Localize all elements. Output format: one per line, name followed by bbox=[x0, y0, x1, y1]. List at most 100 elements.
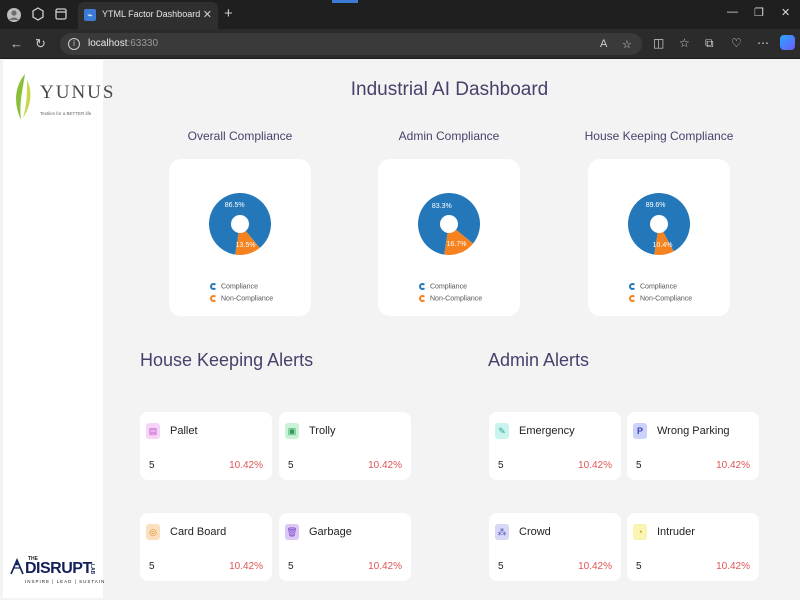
collections-icon[interactable]: ⧉ bbox=[705, 36, 714, 51]
pallet-icon: ▤ bbox=[146, 423, 160, 439]
chart-card-overall: 86.5% 13.5% Compliance Non-Compliance bbox=[169, 159, 311, 316]
minimize-icon[interactable]: — bbox=[727, 6, 738, 18]
pie-chart-overall: 86.5% 13.5% bbox=[209, 193, 271, 255]
alert-card-card-board[interactable]: ◎ Card Board 5 10.42% bbox=[140, 513, 272, 581]
refresh-icon[interactable]: ↻ bbox=[35, 36, 46, 52]
alert-card-trolly[interactable]: ▣ Trolly 5 10.42% bbox=[279, 412, 411, 480]
pie-label-compliance: 83.3% bbox=[432, 203, 452, 210]
url-port: :63330 bbox=[127, 38, 159, 49]
pie-chart-housekeeping: 89.6% 10.4% bbox=[628, 192, 690, 255]
chart-card-admin: 83.3% 16.7% Compliance Non-Compliance bbox=[378, 159, 520, 316]
chart-card-housekeeping: 89.6% 10.4% Compliance Non-Compliance bbox=[588, 159, 730, 316]
alert-card-intruder[interactable]: ◔ Intruder 5 10.42% bbox=[627, 513, 759, 581]
tab-title: YTML Factor Dashboard bbox=[102, 9, 201, 19]
close-window-icon[interactable]: ✕ bbox=[781, 6, 790, 19]
pie-label-compliance: 89.6% bbox=[646, 202, 666, 209]
browser-tab[interactable]: ⌁ YTML Factor Dashboard ✕ bbox=[78, 2, 218, 29]
new-tab-icon[interactable]: + bbox=[224, 5, 233, 22]
legend-non-compliance-label: Non-Compliance bbox=[221, 295, 274, 303]
legend-compliance: Compliance bbox=[629, 283, 677, 290]
legend-non-compliance-label: Non-Compliance bbox=[640, 295, 693, 303]
alert-card-pallet[interactable]: ▤ Pallet 5 10.42% bbox=[140, 412, 272, 480]
legend-non-compliance-icon bbox=[629, 295, 636, 302]
housekeeping-alerts-title: House Keeping Alerts bbox=[140, 350, 314, 370]
split-screen-icon[interactable]: ◫ bbox=[653, 36, 664, 50]
yunus-leaf-logo-icon bbox=[16, 74, 31, 120]
alert-count: 5 bbox=[498, 460, 504, 471]
legend-compliance-label: Compliance bbox=[430, 283, 467, 291]
more-menu-icon[interactable]: ⋯ bbox=[757, 36, 769, 50]
legend-compliance-label: Compliance bbox=[640, 283, 677, 291]
disrupt-mark-icon bbox=[10, 558, 24, 575]
address-bar[interactable]: i localhost:63330 A ☆ bbox=[60, 33, 642, 55]
garbage-icon: 🗑 bbox=[285, 524, 299, 540]
alert-label: Card Board bbox=[170, 526, 227, 538]
admin-alerts-title: Admin Alerts bbox=[488, 350, 590, 370]
legend-non-compliance-icon bbox=[210, 295, 217, 302]
legend-compliance-icon bbox=[210, 283, 217, 290]
alert-label: Wrong Parking bbox=[657, 425, 730, 437]
workspaces-icon[interactable] bbox=[30, 7, 46, 23]
crowd-icon: ⁂ bbox=[495, 524, 509, 540]
chart-title-housekeeping: House Keeping Compliance bbox=[584, 129, 734, 143]
browser-titlebar: ⌁ YTML Factor Dashboard ✕ + — ❐ ✕ bbox=[0, 0, 800, 29]
alert-percent: 10.42% bbox=[229, 561, 263, 572]
tab-close-icon[interactable]: ✕ bbox=[203, 8, 212, 21]
alert-label: Crowd bbox=[519, 526, 551, 538]
pie-hole bbox=[650, 215, 668, 233]
legend-compliance-icon bbox=[419, 283, 426, 290]
alert-count: 5 bbox=[636, 460, 642, 471]
alert-percent: 10.42% bbox=[368, 561, 402, 572]
alert-percent: 10.42% bbox=[716, 561, 750, 572]
alert-label: Pallet bbox=[170, 425, 198, 437]
alert-card-crowd[interactable]: ⁂ Crowd 5 10.42% bbox=[489, 513, 621, 581]
alert-percent: 10.42% bbox=[368, 460, 402, 471]
disrupt-lab-logo: THE DISRUPT LAB INSPIRE | LEAD | SUSTAIN bbox=[9, 556, 104, 592]
pie-label-non-compliance: 13.5% bbox=[236, 242, 256, 249]
page-title: Industrial AI Dashboard bbox=[350, 79, 549, 100]
alert-label: Trolly bbox=[309, 425, 336, 437]
legend-non-compliance: Non-Compliance bbox=[210, 295, 273, 302]
alert-label: Intruder bbox=[657, 526, 695, 538]
alert-card-wrong-parking[interactable]: P Wrong Parking 5 10.42% bbox=[627, 412, 759, 480]
favorites-icon[interactable]: ☆ bbox=[679, 36, 690, 50]
alert-card-garbage[interactable]: 🗑 Garbage 5 10.42% bbox=[279, 513, 411, 581]
chart-title-overall: Overall Compliance bbox=[187, 129, 293, 143]
disrupt-tagline: INSPIRE | LEAD | SUSTAIN bbox=[25, 579, 106, 584]
disrupt-text: DISRUPT bbox=[25, 560, 92, 577]
alert-label: Garbage bbox=[309, 526, 352, 538]
pie-label-non-compliance: 10.4% bbox=[653, 242, 673, 249]
url-text[interactable]: localhost:63330 bbox=[88, 38, 158, 49]
pie-hole bbox=[440, 215, 458, 233]
main-content: Industrial AI Dashboard Overall Complian… bbox=[103, 60, 800, 600]
legend-non-compliance: Non-Compliance bbox=[629, 295, 692, 302]
legend-compliance-label: Compliance bbox=[221, 283, 258, 291]
intruder-icon: ◔ bbox=[633, 524, 647, 540]
legend-non-compliance: Non-Compliance bbox=[419, 295, 482, 302]
url-host: localhost bbox=[88, 38, 128, 49]
profile-avatar-icon[interactable] bbox=[6, 7, 22, 23]
legend-compliance: Compliance bbox=[419, 283, 467, 290]
restore-icon[interactable]: ❐ bbox=[754, 6, 764, 19]
legend-non-compliance-icon bbox=[419, 295, 426, 302]
flutter-favicon-icon: ⌁ bbox=[84, 9, 96, 21]
alert-count: 5 bbox=[149, 460, 155, 471]
alert-count: 5 bbox=[288, 460, 294, 471]
sidebar: YUNUS Textiles for a BETTER life THE DIS… bbox=[3, 60, 113, 598]
alert-count: 5 bbox=[288, 561, 294, 572]
pie-label-compliance: 86.5% bbox=[225, 202, 245, 209]
copilot-icon[interactable] bbox=[780, 35, 795, 50]
legend-compliance: Compliance bbox=[210, 283, 258, 290]
read-aloud-icon[interactable]: A bbox=[600, 38, 607, 50]
logo-tagline: Textiles for a BETTER life bbox=[40, 111, 92, 116]
browser-essentials-icon[interactable]: ♡ bbox=[731, 36, 742, 50]
alert-count: 5 bbox=[498, 561, 504, 572]
back-icon[interactable]: ← bbox=[10, 36, 23, 52]
alert-percent: 10.42% bbox=[716, 460, 750, 471]
tab-actions-icon[interactable] bbox=[53, 7, 69, 23]
parking-icon: P bbox=[633, 423, 647, 439]
favorite-star-icon[interactable]: ☆ bbox=[622, 38, 632, 51]
site-info-icon[interactable]: i bbox=[68, 38, 80, 50]
emergency-icon: ✎ bbox=[495, 423, 509, 439]
alert-card-emergency[interactable]: ✎ Emergency 5 10.42% bbox=[489, 412, 621, 480]
